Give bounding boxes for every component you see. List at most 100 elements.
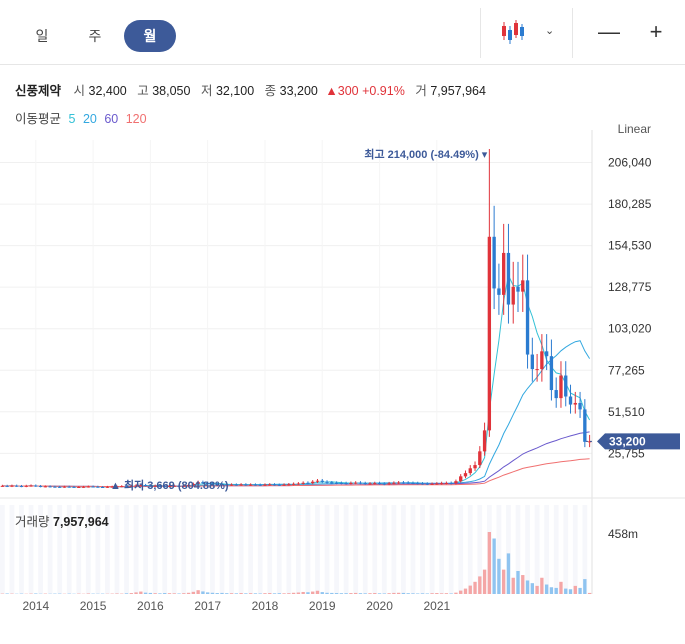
volume-bar: [148, 592, 153, 594]
volume-bar: [239, 593, 243, 594]
volume-bar: [459, 590, 463, 594]
volume-bg-stripe: [305, 505, 311, 594]
candle-body: [487, 236, 492, 431]
candle-body: [425, 483, 429, 485]
volume-bg-stripe: [162, 505, 168, 594]
high-annotation: 최고 214,000 (-84.49%) ▾: [364, 147, 487, 161]
volume-bar: [296, 592, 301, 594]
volume-bar: [439, 593, 444, 594]
volume-bar: [272, 593, 277, 594]
y-tick-label: 51,510: [608, 405, 645, 419]
candle-body: [38, 486, 43, 488]
volume-bar: [373, 593, 377, 594]
volume-bg-stripe: [315, 505, 320, 594]
volume-bg-stripe: [133, 505, 139, 594]
candle-body: [62, 486, 67, 488]
volume-bg-stripe: [181, 505, 187, 594]
volume-bar: [34, 593, 38, 594]
candle-body: [411, 482, 415, 484]
candle-body: [377, 483, 382, 485]
volume-bar: [382, 593, 386, 594]
volume-bg-stripe: [467, 505, 473, 594]
ma-120-line: [2, 458, 590, 487]
candle-body: [34, 485, 38, 487]
ma-60-line: [2, 431, 590, 487]
volume-bg-stripe: [458, 505, 464, 594]
volume-bar: [406, 593, 410, 594]
volume-bar: [172, 593, 176, 594]
volume-bar: [134, 592, 138, 594]
volume-bar: [468, 585, 472, 594]
x-tick-label: 2014: [22, 599, 49, 613]
volume-bar: [177, 593, 181, 594]
volume-bg-stripe: [362, 505, 368, 594]
volume-bg-stripe: [276, 505, 282, 594]
volume-bar: [564, 588, 568, 594]
volume-bar: [578, 587, 582, 594]
x-tick-label: 2015: [80, 599, 107, 613]
volume-bar: [158, 593, 162, 594]
volume-bar: [449, 593, 453, 594]
candle-body: [478, 451, 482, 466]
candle-body: [86, 486, 90, 488]
candle-body: [544, 351, 549, 357]
candle-body: [521, 280, 525, 292]
volume-bar: [215, 593, 219, 594]
volume-bar: [334, 593, 339, 594]
candle-body: [19, 486, 24, 488]
stock-chart: 206,040 180,285 154,530 128,775 103,020 77,26…: [0, 130, 685, 613]
volume-bg-stripe: [544, 505, 550, 594]
candle-body: [506, 252, 511, 305]
candle-body: [444, 482, 449, 484]
volume-bar: [5, 593, 9, 594]
volume-bar: [325, 592, 329, 594]
candle-body: [435, 483, 439, 485]
volume-bar: [253, 593, 258, 594]
volume-bar: [396, 592, 401, 594]
candle-body: [339, 482, 344, 484]
candle-body: [296, 483, 301, 485]
x-tick-label: 2016: [137, 599, 164, 613]
volume-bg-stripe: [324, 505, 330, 594]
candle-body: [525, 280, 530, 355]
candle-body: [53, 486, 57, 488]
candle-body: [100, 487, 105, 489]
candle-body: [43, 486, 48, 488]
volume-bar: [167, 593, 172, 594]
candle-body: [315, 480, 320, 482]
candle-body: [416, 483, 420, 485]
volume-bg-stripe: [439, 505, 444, 594]
candle-body: [244, 484, 248, 486]
volume-bar: [196, 590, 200, 594]
volume-bar: [263, 593, 267, 594]
volume-bar: [525, 580, 530, 594]
candle-body: [401, 482, 406, 484]
volume-bar: [363, 593, 367, 594]
volume-bar: [234, 593, 238, 594]
volume-bar: [358, 593, 363, 594]
candle-body: [454, 481, 458, 484]
volume-bar: [463, 588, 468, 594]
volume-bar: [153, 593, 157, 594]
volume-bg-stripe: [401, 505, 406, 594]
candle-body: [382, 483, 386, 485]
candle-body: [5, 485, 9, 487]
volume-bg-stripe: [372, 505, 378, 594]
volume-bar: [573, 585, 577, 594]
volume-bg-stripe: [171, 505, 177, 594]
volume-bar: [497, 558, 501, 594]
candle-body: [373, 483, 377, 485]
volume-bg-stripe: [143, 505, 148, 594]
candle-body: [263, 484, 267, 486]
candle-body: [559, 375, 563, 399]
candle-body: [77, 487, 81, 489]
volume-bar: [225, 593, 229, 594]
volume-bar: [244, 593, 248, 594]
volume-bar: [268, 593, 272, 594]
volume-bar: [420, 593, 425, 594]
candle-body: [24, 485, 28, 487]
candle-body: [291, 483, 296, 485]
volume-bar: [191, 591, 196, 594]
volume-bg-stripe: [296, 505, 301, 594]
x-tick-label: 2019: [309, 599, 336, 613]
